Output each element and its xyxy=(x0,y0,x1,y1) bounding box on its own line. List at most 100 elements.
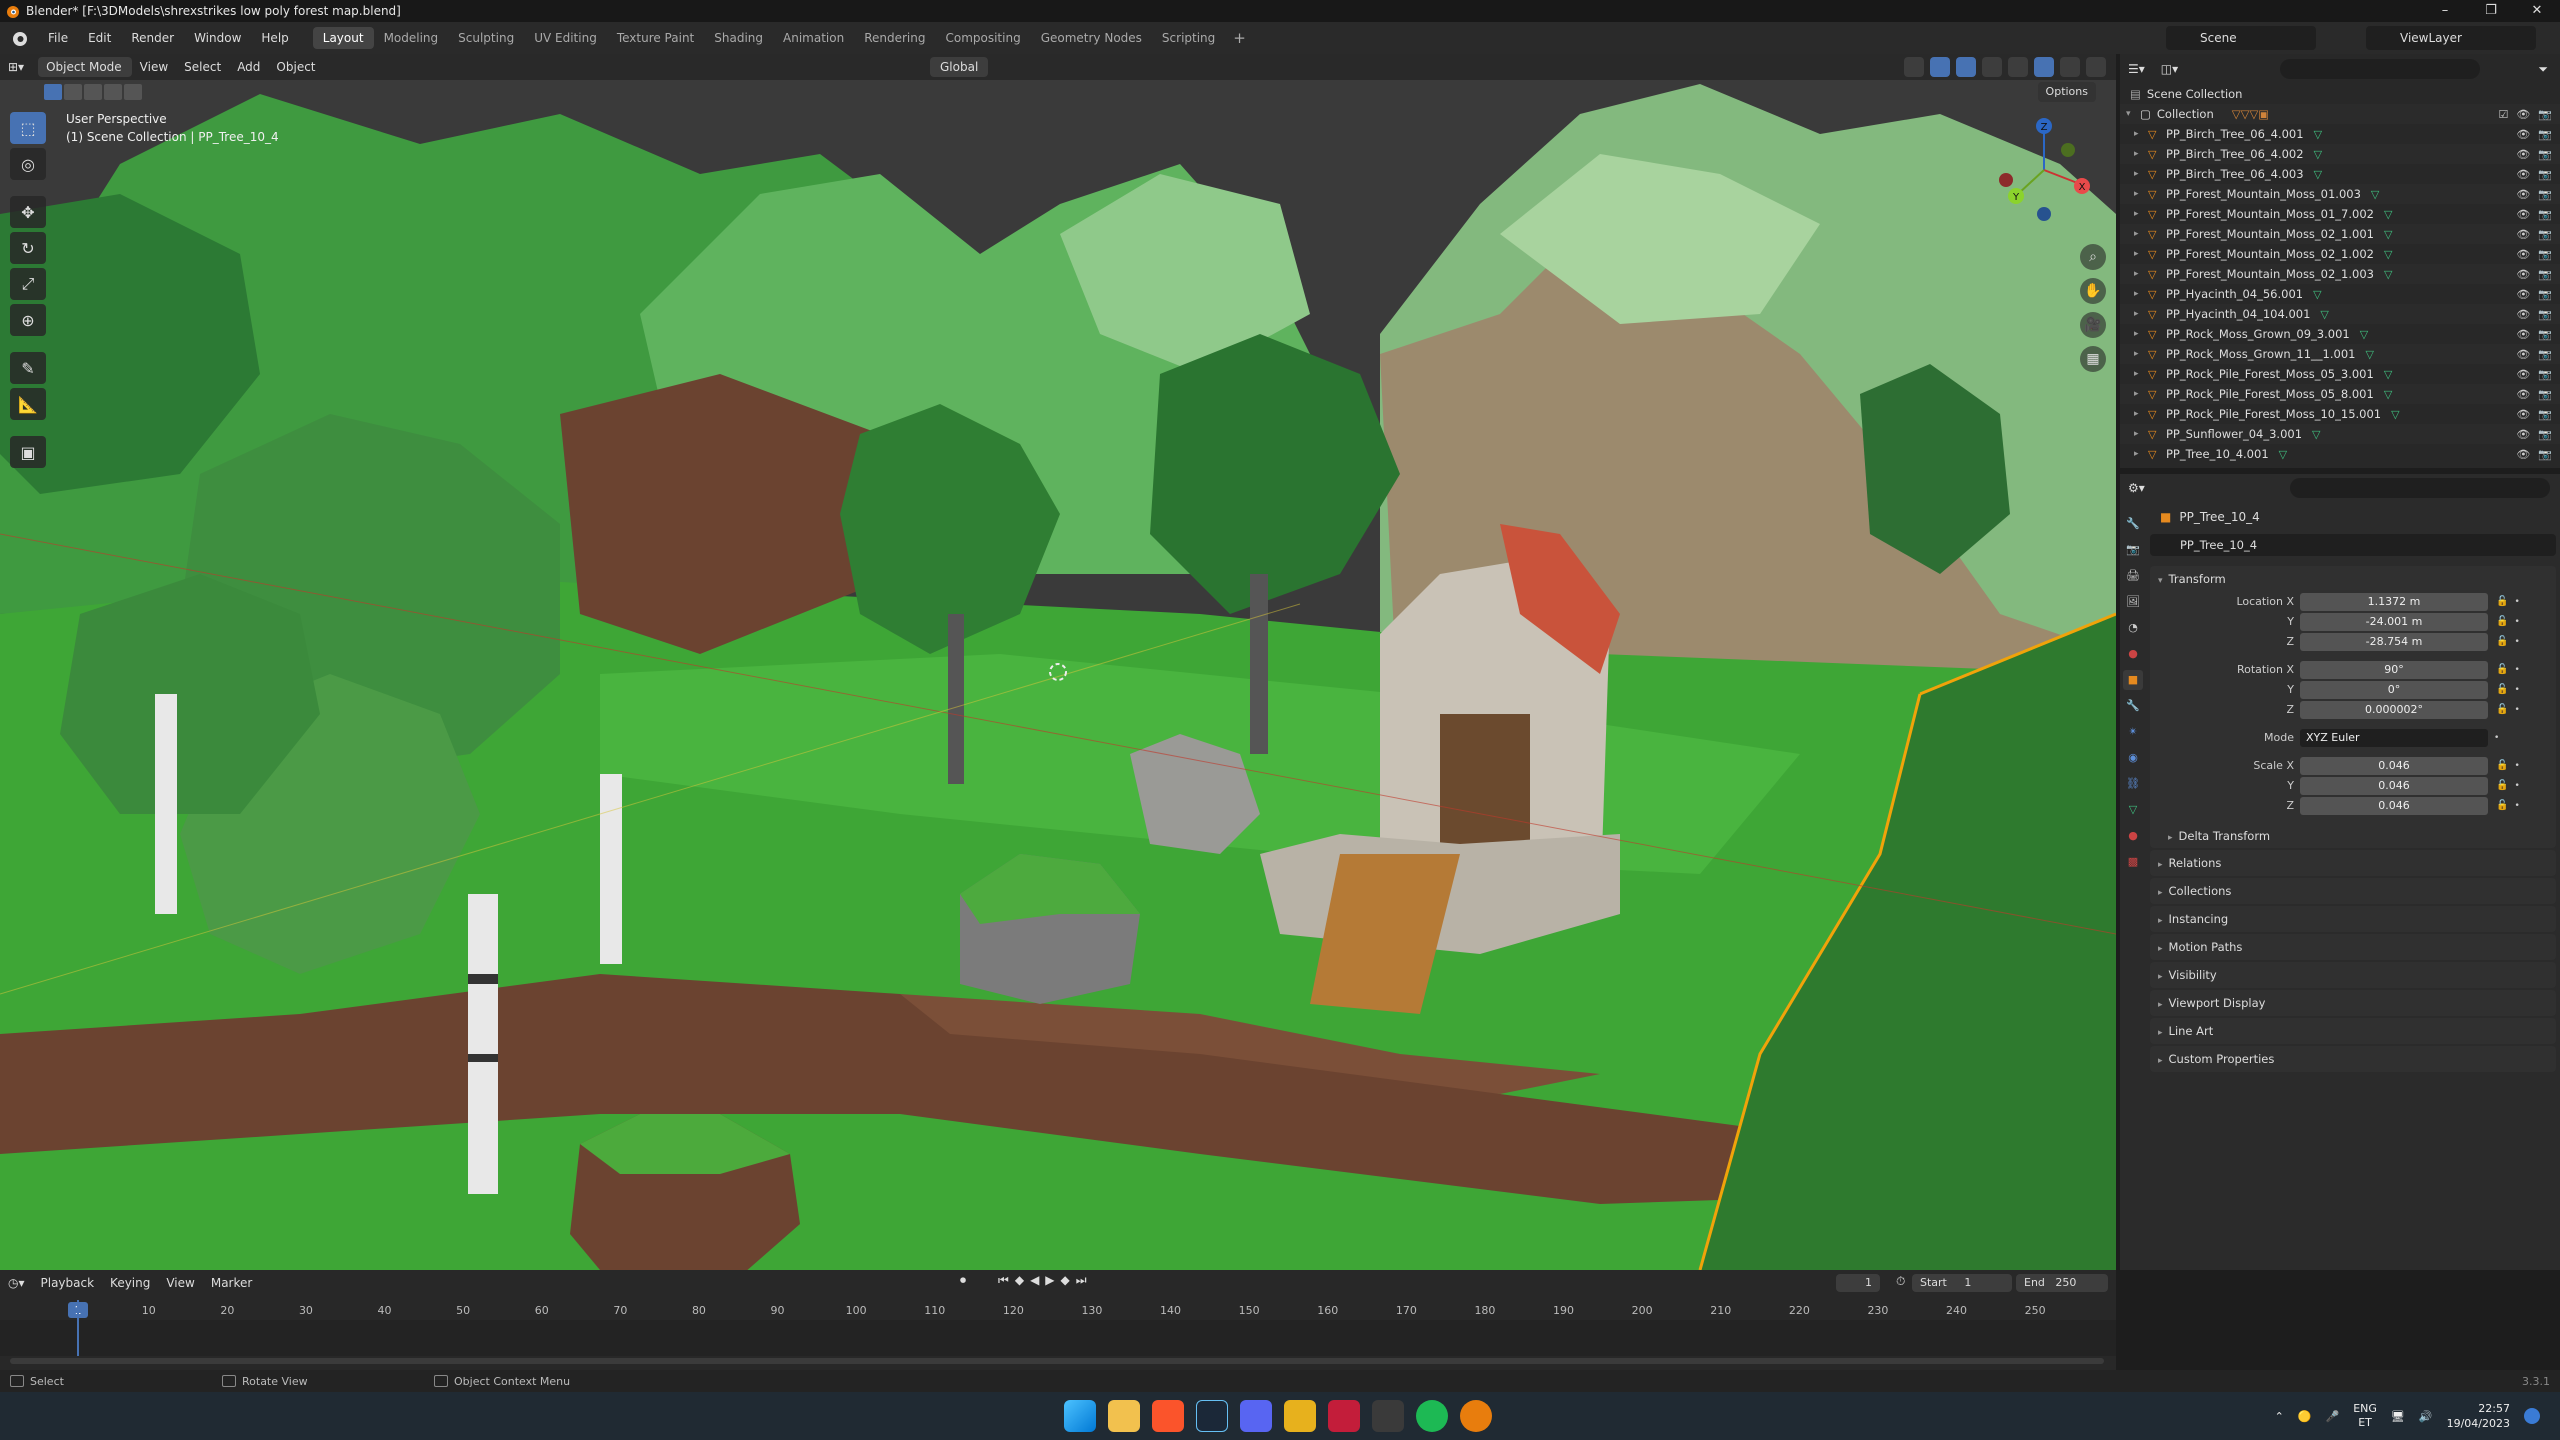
tab-layout[interactable]: Layout xyxy=(312,27,374,49)
expand-arrow-icon[interactable]: ▸ xyxy=(2134,129,2148,139)
menu-help[interactable]: Help xyxy=(251,22,298,54)
xray-toggle-icon[interactable] xyxy=(1982,57,2002,77)
expand-arrow-icon[interactable]: ▾ xyxy=(2126,109,2140,119)
view-layer-tab-icon[interactable]: 🖼 xyxy=(2123,592,2143,612)
tab-compositing[interactable]: Compositing xyxy=(935,27,1030,49)
rotation-x-field[interactable]: 90° xyxy=(2300,660,2488,679)
end-frame-field[interactable]: End 250 xyxy=(2016,1274,2108,1292)
eye-icon[interactable]: 👁 xyxy=(2516,388,2530,401)
eye-icon[interactable]: 👁 xyxy=(2516,448,2530,461)
prev-keyframe-icon[interactable]: ◆ xyxy=(1015,1273,1024,1288)
lock-icon[interactable]: 🔓 xyxy=(2496,704,2508,715)
property-panel-header[interactable]: ▸ Viewport Display xyxy=(2150,990,2556,1016)
world-tab-icon[interactable]: ● xyxy=(2123,644,2143,664)
mesh-data-icon[interactable]: ▽ xyxy=(2384,248,2392,261)
navigation-gizmo[interactable]: Z X Y xyxy=(1984,110,2104,250)
clock[interactable]: 22:57 19/04/2023 xyxy=(2447,1401,2510,1431)
eye-icon[interactable]: 👁 xyxy=(2516,128,2530,141)
lock-icon[interactable]: 🔓 xyxy=(2496,684,2508,695)
camera-icon[interactable]: 📷 xyxy=(2538,428,2552,441)
delta-transform-panel[interactable]: ▸ Delta Transform xyxy=(2150,824,2556,848)
lock-icon[interactable]: 🔓 xyxy=(2496,780,2508,791)
properties-search-input[interactable] xyxy=(2290,478,2550,498)
menu-render[interactable]: Render xyxy=(121,22,184,54)
jump-start-icon[interactable]: ⏮ xyxy=(998,1273,1009,1288)
location-x-field[interactable]: 1.1372 m xyxy=(2300,592,2488,611)
rotation-y-field[interactable]: 0° xyxy=(2300,680,2488,699)
add-cube-tool-icon[interactable]: ▣ xyxy=(10,436,46,468)
next-keyframe-icon[interactable]: ◆ xyxy=(1061,1273,1070,1288)
wireframe-shading-icon[interactable] xyxy=(2008,57,2028,77)
expand-arrow-icon[interactable]: ▸ xyxy=(2134,209,2148,219)
property-panel-header[interactable]: ▸ Visibility xyxy=(2150,962,2556,988)
editor-type-icon[interactable]: ⊞▾ xyxy=(0,57,32,77)
options-dropdown[interactable]: Options xyxy=(2037,82,2096,102)
exclude-checkbox[interactable]: ☑ xyxy=(2498,108,2508,121)
outliner-object-row[interactable]: ▸ ▽ PP_Rock_Moss_Grown_11__1.001 ▽ 👁 📷 xyxy=(2120,344,2560,364)
transform-orientation-select[interactable]: Global xyxy=(930,57,989,77)
playback-menu[interactable]: Playback xyxy=(33,1276,103,1290)
scale-z-field[interactable]: 0.046 xyxy=(2300,796,2488,815)
outliner-object-row[interactable]: ▸ ▽ PP_Rock_Pile_Forest_Moss_05_8.001 ▽ 👁 📷 xyxy=(2120,384,2560,404)
expand-arrow-icon[interactable]: ▸ xyxy=(2134,389,2148,399)
property-panel[interactable]: ▸ Relations xyxy=(2150,850,2556,876)
minimize-button[interactable]: – xyxy=(2422,0,2468,22)
eye-icon[interactable]: 👁 xyxy=(2516,208,2530,221)
zoom-icon[interactable]: ⌕ xyxy=(2080,244,2106,270)
tray-app-icon[interactable]: 🟡 xyxy=(2298,1410,2312,1423)
outliner-object-row[interactable]: ▸ ▽ PP_Forest_Mountain_Moss_01.003 ▽ 👁 📷 xyxy=(2120,184,2560,204)
outliner-object-row[interactable]: ▸ ▽ PP_Rock_Moss_Grown_09_3.001 ▽ 👁 📷 xyxy=(2120,324,2560,344)
camera-icon[interactable]: 📷 xyxy=(2538,228,2552,241)
tab-animation[interactable]: Animation xyxy=(773,27,854,49)
eye-icon[interactable]: 👁 xyxy=(2516,308,2530,321)
tab-geometry-nodes[interactable]: Geometry Nodes xyxy=(1031,27,1152,49)
mesh-data-icon[interactable]: ▽ xyxy=(2384,268,2392,281)
scale-y-field[interactable]: 0.046 xyxy=(2300,776,2488,795)
camera-icon[interactable]: 📷 xyxy=(2538,128,2552,141)
eye-icon[interactable]: 👁 xyxy=(2516,148,2530,161)
scene-selector[interactable]: Scene xyxy=(2166,26,2316,50)
mesh-data-icon[interactable]: ▽ xyxy=(2360,328,2368,341)
rotation-mode-select[interactable]: XYZ Euler xyxy=(2300,728,2488,747)
camera-icon[interactable]: 📷 xyxy=(2538,148,2552,161)
keyframe-dot-icon[interactable]: • xyxy=(2514,685,2519,695)
tool-tab-icon[interactable]: 🔧 xyxy=(2123,514,2143,534)
tab-scripting[interactable]: Scripting xyxy=(1152,27,1225,49)
expand-arrow-icon[interactable]: ▸ xyxy=(2134,349,2148,359)
mesh-data-icon[interactable]: ▽ xyxy=(2391,408,2399,421)
scale-x-field[interactable]: 0.046 xyxy=(2300,756,2488,775)
view-layer-selector[interactable]: ViewLayer xyxy=(2366,26,2536,50)
camera-icon[interactable]: 📷 xyxy=(2538,348,2552,361)
location-y-field[interactable]: -24.001 m xyxy=(2300,612,2488,631)
lock-icon[interactable]: 🔓 xyxy=(2496,616,2508,627)
timeline-track-area[interactable] xyxy=(0,1300,2116,1356)
mesh-data-icon[interactable]: ▽ xyxy=(2365,348,2373,361)
brave-browser-icon[interactable] xyxy=(1152,1400,1184,1432)
play-icon[interactable]: ▶ xyxy=(1045,1273,1054,1288)
scale-tool-icon[interactable]: ⤢ xyxy=(10,268,46,300)
eye-icon[interactable]: 👁 xyxy=(2516,228,2530,241)
property-panel[interactable]: ▸ Collections xyxy=(2150,878,2556,904)
camera-icon[interactable]: 📷 xyxy=(2538,368,2552,381)
eye-icon[interactable]: 👁 xyxy=(2516,168,2530,181)
expand-arrow-icon[interactable]: ▸ xyxy=(2134,229,2148,239)
eye-icon[interactable]: 👁 xyxy=(2516,428,2530,441)
outliner-object-row[interactable]: ▸ ▽ PP_Birch_Tree_06_4.003 ▽ 👁 📷 xyxy=(2120,164,2560,184)
mesh-data-icon[interactable]: ▽ xyxy=(2384,368,2392,381)
expand-arrow-icon[interactable]: ▸ xyxy=(2134,329,2148,339)
frame-ruler[interactable]: 1102030405060708090100110120130140150160… xyxy=(0,1300,2116,1320)
camera-icon[interactable]: 📷 xyxy=(2538,288,2552,301)
expand-arrow-icon[interactable]: ▸ xyxy=(2134,149,2148,159)
keyframe-dot-icon[interactable]: • xyxy=(2514,637,2519,647)
marker-menu[interactable]: Marker xyxy=(203,1276,260,1290)
ortho-grid-icon[interactable]: ▦ xyxy=(2080,346,2106,372)
viewport-menu-add[interactable]: Add xyxy=(229,57,268,77)
jump-end-icon[interactable]: ⏭ xyxy=(1076,1273,1087,1288)
filter-icon[interactable]: ⏷ xyxy=(2530,59,2556,79)
rendered-shading-icon[interactable] xyxy=(2086,57,2106,77)
outliner-object-row[interactable]: ▸ ▽ PP_Tree_10_4.001 ▽ 👁 📷 xyxy=(2120,444,2560,464)
viewport-menu-object[interactable]: Object xyxy=(268,57,323,77)
physics-tab-icon[interactable]: ◉ xyxy=(2123,748,2143,768)
maximize-button[interactable]: ❐ xyxy=(2468,0,2514,22)
outliner-object-row[interactable]: ▸ ▽ PP_Rock_Pile_Forest_Moss_10_15.001 ▽ 👁 📷 xyxy=(2120,404,2560,424)
